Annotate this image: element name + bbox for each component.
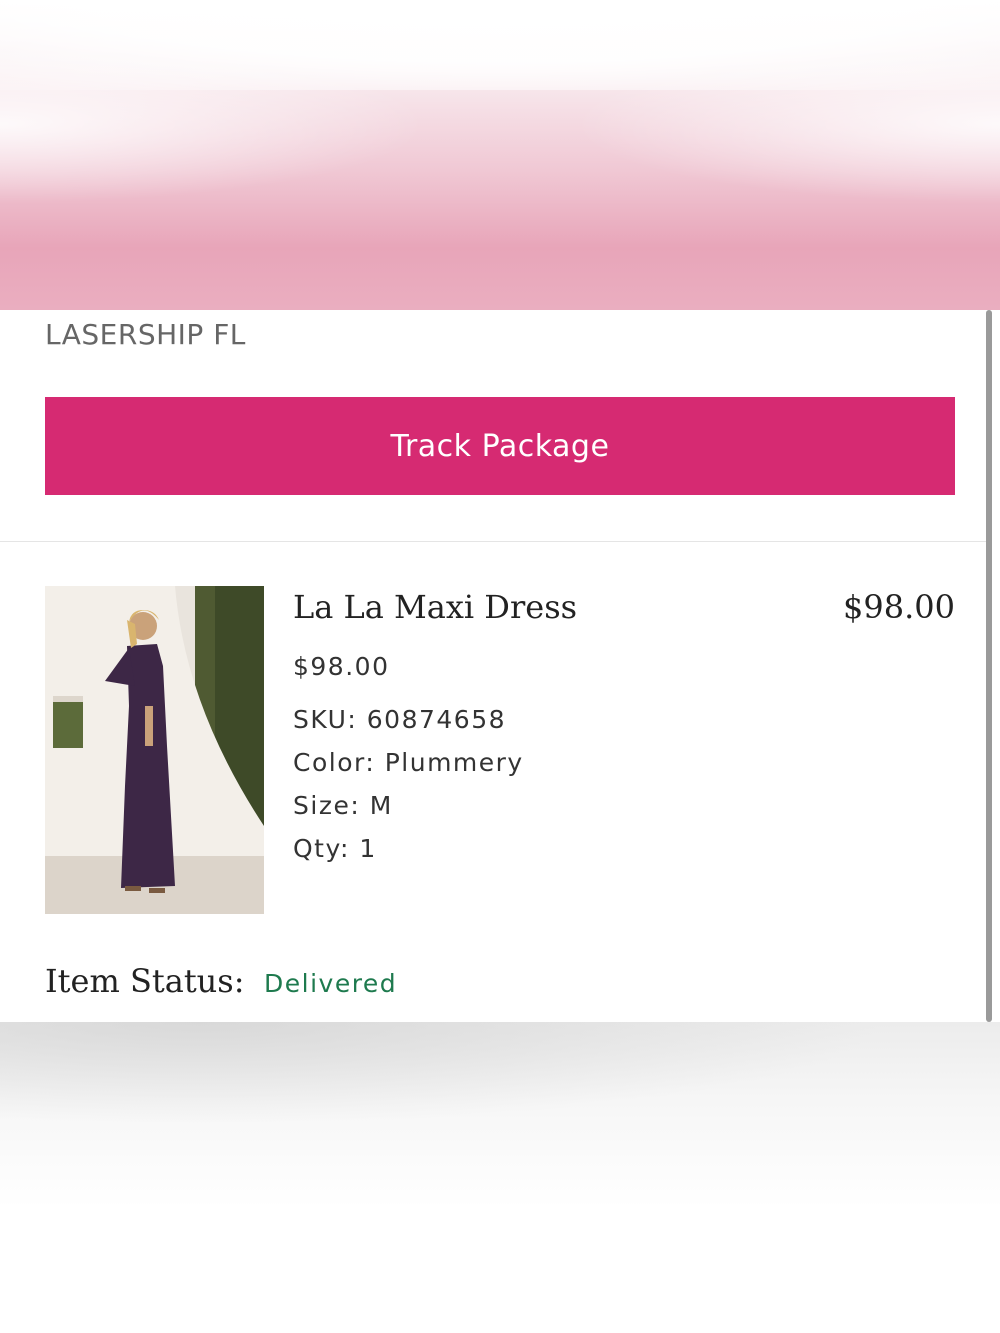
size-text: Size: M — [293, 791, 393, 820]
blurred-footer-region — [0, 1022, 1000, 1333]
track-package-button[interactable]: Track Package — [45, 397, 955, 495]
unit-price: $98.00 — [293, 652, 390, 681]
dress-photo-icon — [45, 586, 264, 914]
line-total-price: $98.00 — [843, 588, 955, 626]
scrollbar[interactable] — [986, 310, 992, 1022]
divider — [0, 541, 990, 542]
sku-text: SKU: 60874658 — [293, 705, 507, 734]
product-image[interactable] — [45, 586, 264, 914]
carrier-name: LASERSHIP FL — [45, 318, 246, 351]
order-detail-screen: LASERSHIP FL Track Package La La Maxi Dr… — [0, 0, 1000, 1333]
blurred-header-region — [0, 0, 1000, 310]
qty-text: Qty: 1 — [293, 834, 377, 863]
item-status-badge: Delivered — [264, 969, 398, 998]
item-status-label: Item Status: — [45, 962, 245, 1000]
shipment-card: LASERSHIP FL Track Package La La Maxi Dr… — [0, 310, 1000, 1022]
color-text: Color: Plummery — [293, 748, 524, 777]
product-name[interactable]: La La Maxi Dress — [293, 588, 577, 626]
